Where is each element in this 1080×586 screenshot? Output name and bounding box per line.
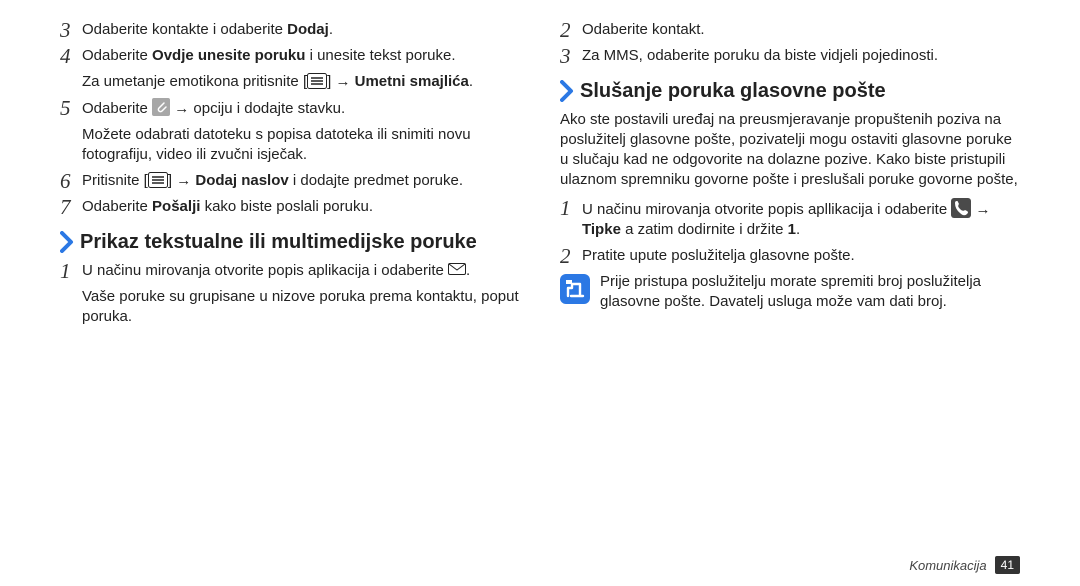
text: i unesite tekst poruke. bbox=[305, 47, 455, 64]
text: Odaberite bbox=[82, 198, 152, 215]
step-2-right: 2 Odaberite kontakt. bbox=[560, 20, 1020, 40]
step-3-right: 3 Za MMS, odaberite poruku da biste vidj… bbox=[560, 46, 1020, 66]
step-body: U načinu mirovanja otvorite popis aplika… bbox=[82, 261, 520, 327]
menu-icon bbox=[148, 172, 168, 188]
page-footer: Komunikacija 41 bbox=[909, 556, 1020, 574]
text: . bbox=[469, 73, 473, 90]
chevron-right-icon bbox=[60, 231, 74, 253]
step-body: Odaberite kontakt. bbox=[582, 20, 1020, 40]
footer-section: Komunikacija bbox=[909, 558, 986, 573]
note-block: Prije pristupa poslužitelju morate sprem… bbox=[560, 272, 1020, 312]
text: Odaberite bbox=[82, 100, 152, 117]
step-number: 6 bbox=[60, 171, 82, 191]
chevron-right-icon bbox=[560, 80, 574, 102]
heading-text: Slušanje poruka glasovne pošte bbox=[580, 80, 886, 102]
step-1-view: 1 U načinu mirovanja otvorite popis apli… bbox=[60, 261, 520, 327]
step-number: 4 bbox=[60, 46, 82, 66]
section-heading-voicemail: Slušanje poruka glasovne pošte bbox=[560, 80, 1020, 102]
step-7: 7 Odaberite Pošalji kako biste poslali p… bbox=[60, 197, 520, 217]
text: ] → bbox=[327, 73, 355, 90]
right-column: 2 Odaberite kontakt. 3 Za MMS, odaberite… bbox=[560, 20, 1020, 576]
step-body: Odaberite Pošalji kako biste poslali por… bbox=[82, 197, 520, 217]
step-2-voicemail: 2 Pratite upute poslužitelja glasovne po… bbox=[560, 246, 1020, 266]
step-body: Odaberite → opciju i dodajte stavku. Mož… bbox=[82, 98, 520, 165]
text: i dodajte predmet poruke. bbox=[289, 172, 463, 189]
text: . bbox=[329, 21, 333, 38]
text: Za umetanje emotikona pritisnite [ bbox=[82, 73, 307, 90]
step-body: Pritisnite [ ] → Dodaj naslov i dodajte p… bbox=[82, 171, 520, 191]
text: . bbox=[466, 262, 470, 279]
step-number: 7 bbox=[60, 197, 82, 217]
text: Možete odabrati datoteku s popisa datote… bbox=[82, 125, 520, 165]
step-1-voicemail: 1 U načinu mirovanja otvorite popis apll… bbox=[560, 198, 1020, 240]
text: Odaberite kontakte i odaberite bbox=[82, 21, 287, 38]
text: Odaberite bbox=[82, 47, 152, 64]
step-4: 4 Odaberite Ovdje unesite poruku i unesi… bbox=[60, 46, 520, 92]
step-6: 6 Pritisnite [ ] → Dodaj naslov i dodajte… bbox=[60, 171, 520, 191]
messaging-icon bbox=[448, 263, 466, 277]
bold: Dodaj bbox=[287, 21, 329, 38]
bold: 1 bbox=[788, 221, 796, 238]
step-body: U načinu mirovanja otvorite popis apllik… bbox=[582, 198, 1020, 240]
bold: Ovdje unesite poruku bbox=[152, 47, 305, 64]
step-number: 2 bbox=[560, 246, 582, 266]
voicemail-intro: Ako ste postavili uređaj na preusmjerava… bbox=[560, 110, 1020, 190]
step-3: 3 Odaberite kontakte i odaberite Dodaj. bbox=[60, 20, 520, 40]
text: Pritisnite [ bbox=[82, 172, 148, 189]
bold: Umetni smajlića bbox=[355, 73, 469, 90]
info-note-icon bbox=[560, 274, 590, 304]
step-number: 3 bbox=[560, 46, 582, 66]
step-5: 5 Odaberite → opciju i dodajte stavku. M… bbox=[60, 98, 520, 165]
text: Vaše poruke su grupisane u nizove poruka… bbox=[82, 287, 520, 327]
text: a zatim dodirnite i držite bbox=[621, 221, 788, 238]
menu-icon bbox=[307, 73, 327, 89]
heading-text: Prikaz tekstualne ili multimedijske poru… bbox=[80, 231, 477, 253]
step-body: Za MMS, odaberite poruku da biste vidjel… bbox=[582, 46, 1020, 66]
step-number: 5 bbox=[60, 98, 82, 118]
text: . bbox=[796, 221, 800, 238]
step-body: Odaberite Ovdje unesite poruku i unesite… bbox=[82, 46, 520, 92]
text: U načinu mirovanja otvorite popis apllik… bbox=[582, 201, 951, 218]
step-body: Odaberite kontakte i odaberite Dodaj. bbox=[82, 20, 520, 40]
text: kako biste poslali poruku. bbox=[200, 198, 373, 215]
bold: Tipke bbox=[582, 221, 621, 238]
text: → opciju i dodajte stavku. bbox=[170, 100, 345, 117]
step-body: Pratite upute poslužitelja glasovne pošt… bbox=[582, 246, 1020, 266]
step-number: 2 bbox=[560, 20, 582, 40]
section-heading-view-messages: Prikaz tekstualne ili multimedijske poru… bbox=[60, 231, 520, 253]
text: U načinu mirovanja otvorite popis aplika… bbox=[82, 262, 448, 279]
bold: Dodaj naslov bbox=[195, 172, 288, 189]
bold: Pošalji bbox=[152, 198, 200, 215]
step-number: 3 bbox=[60, 20, 82, 40]
text: ] → bbox=[168, 172, 196, 189]
phone-icon bbox=[951, 198, 971, 218]
page-number: 41 bbox=[995, 556, 1020, 574]
attach-icon bbox=[152, 98, 170, 116]
step-number: 1 bbox=[60, 261, 82, 281]
step-number: 1 bbox=[560, 198, 582, 218]
note-text: Prije pristupa poslužitelju morate sprem… bbox=[600, 272, 1020, 312]
text: → bbox=[976, 201, 991, 218]
left-column: 3 Odaberite kontakte i odaberite Dodaj. … bbox=[60, 20, 520, 576]
